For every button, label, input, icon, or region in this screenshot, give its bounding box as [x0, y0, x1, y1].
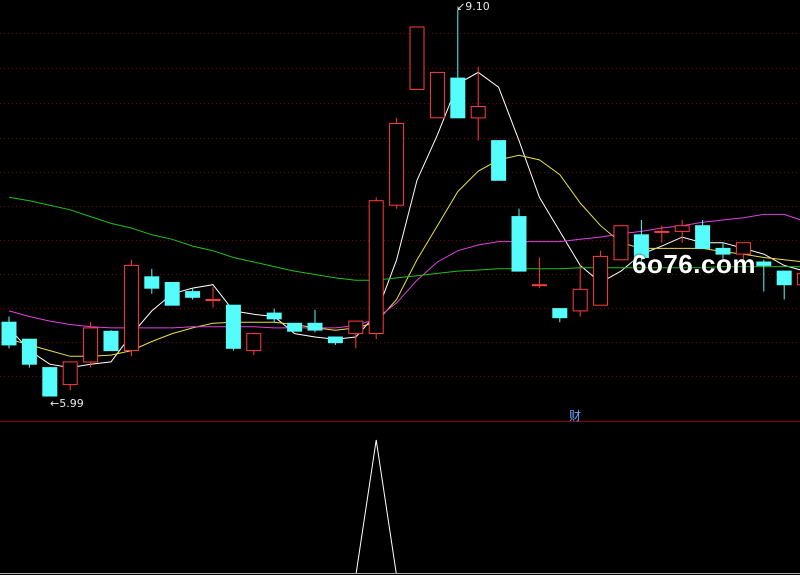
candle-body — [287, 322, 303, 332]
candle-body — [266, 312, 282, 320]
candle-body — [552, 308, 568, 319]
candle-body — [756, 261, 772, 266]
candle — [21, 338, 37, 368]
candle-body — [144, 276, 160, 289]
watermark: 6o76.com — [632, 249, 756, 279]
candle-body — [103, 330, 119, 352]
candle-body — [205, 299, 221, 301]
candle — [491, 140, 507, 181]
candle-body — [511, 216, 527, 272]
candle — [1, 316, 17, 349]
candle-body — [429, 71, 445, 119]
candle — [429, 71, 445, 119]
candle-body — [185, 291, 201, 298]
candle — [613, 225, 629, 261]
candle-body — [62, 361, 78, 386]
candle — [756, 259, 772, 292]
candle — [287, 322, 303, 332]
high-price-label: ↙9.10 — [456, 0, 490, 13]
candle — [348, 320, 364, 349]
candle-body — [593, 255, 609, 306]
stock-chart — [0, 10, 800, 574]
candle — [144, 268, 160, 294]
candle — [83, 322, 99, 368]
candle-body — [776, 270, 792, 286]
candle-body — [123, 264, 139, 351]
candle-body — [368, 200, 384, 334]
low-price-value: 5.99 — [59, 397, 84, 410]
candle-body — [1, 321, 17, 346]
candle — [511, 208, 527, 272]
candle — [327, 336, 343, 345]
candle — [205, 287, 221, 308]
candle — [552, 308, 568, 323]
candle-body — [389, 123, 405, 206]
candle-body — [83, 327, 99, 363]
candle — [103, 330, 119, 352]
candle-body — [613, 225, 629, 261]
candle-body — [654, 230, 670, 233]
candle-body — [674, 225, 690, 232]
candle-body — [246, 333, 262, 352]
candle-body — [572, 288, 588, 312]
candle-body — [470, 106, 486, 119]
candle — [42, 367, 58, 397]
candle — [368, 197, 384, 340]
candle — [470, 66, 486, 141]
candle-body — [327, 336, 343, 344]
candle-body — [164, 282, 180, 306]
candle — [389, 117, 405, 209]
candle-body — [450, 77, 466, 119]
candle — [572, 265, 588, 317]
candle-body — [21, 338, 37, 365]
low-price-label: ←5.99 — [50, 397, 84, 410]
candle-body — [491, 140, 507, 181]
candle — [531, 257, 547, 289]
candle — [62, 361, 78, 391]
indicator-spike — [355, 439, 397, 574]
candle — [164, 282, 180, 306]
candle — [409, 26, 425, 90]
candle — [776, 270, 792, 300]
candle-body — [695, 225, 711, 249]
arrow-icon: ↙ — [456, 0, 466, 13]
candlesticks — [1, 10, 800, 397]
candle-body — [225, 304, 241, 349]
high-price-value: 9.10 — [465, 0, 490, 13]
finance-annotation: 财 — [569, 409, 582, 423]
candle-body — [307, 322, 323, 331]
candle — [123, 259, 139, 357]
arrow-icon: ← — [50, 397, 60, 410]
candle — [225, 304, 241, 351]
candle — [307, 309, 323, 333]
candle — [450, 10, 466, 119]
candle-body — [531, 284, 547, 287]
candle-body — [42, 367, 58, 397]
candle-body — [348, 320, 364, 335]
candle-body — [409, 26, 425, 90]
candle — [695, 220, 711, 249]
grid-lines — [0, 33, 800, 574]
candle — [246, 332, 262, 356]
indicator-panel — [355, 439, 397, 574]
candle — [593, 250, 609, 306]
